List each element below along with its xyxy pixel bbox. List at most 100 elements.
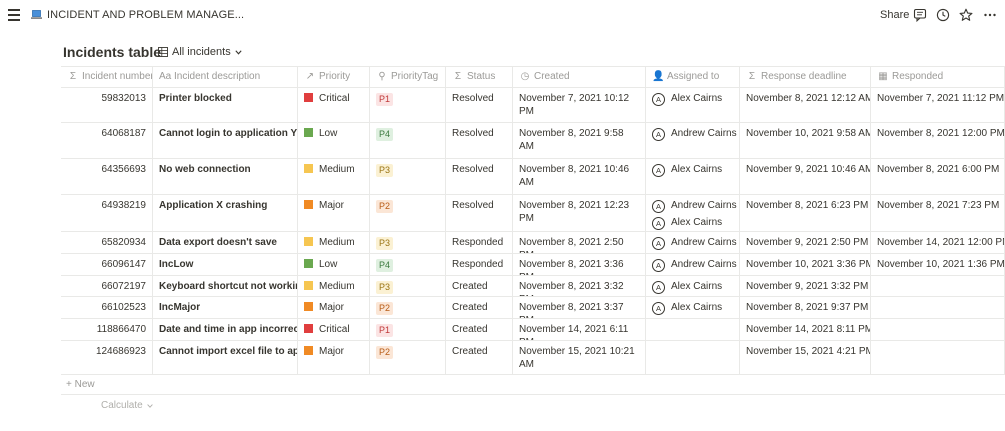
- cell-created[interactable]: November 8, 2021 3:36 PM: [513, 254, 646, 275]
- cell-priority-tag[interactable]: P4: [370, 254, 446, 275]
- cell-priority[interactable]: Critical: [298, 88, 370, 122]
- cell-priority[interactable]: Major: [298, 195, 370, 231]
- table-row[interactable]: 66096147 IncLow Low P4 Responded November 8, …: [61, 254, 1005, 276]
- cell-response-deadline[interactable]: November 9, 2021 3:32 PM: [740, 276, 871, 296]
- cell-assigned-to[interactable]: A Alex Cairns: [646, 88, 740, 122]
- cell-responded[interactable]: November 8, 2021 12:00 PM: [871, 123, 1005, 158]
- cell-assigned-to[interactable]: A Alex Cairns: [646, 297, 740, 318]
- cell-priority[interactable]: Critical: [298, 319, 370, 340]
- cell-status[interactable]: Responded: [446, 232, 513, 253]
- cell-incident-number[interactable]: 66096147: [61, 254, 153, 275]
- share-button[interactable]: Share: [880, 9, 909, 21]
- cell-priority-tag[interactable]: P3: [370, 232, 446, 253]
- cell-created[interactable]: November 8, 2021 3:37 PM: [513, 297, 646, 318]
- cell-status[interactable]: Created: [446, 276, 513, 296]
- cell-priority-tag[interactable]: P1: [370, 88, 446, 122]
- cell-created[interactable]: November 14, 2021 6:11 PM: [513, 319, 646, 340]
- table-row[interactable]: 64068187 Cannot login to application Y Low…: [61, 123, 1005, 159]
- calculate-button[interactable]: Calculate: [101, 400, 154, 411]
- table-row[interactable]: 65820934 Data export doesn't save Medium P3…: [61, 232, 1005, 254]
- assignee[interactable]: A Alex Cairns: [652, 217, 733, 230]
- column-header-assigned-to[interactable]: 👤 Assigned to: [646, 67, 740, 87]
- cell-incident-number[interactable]: 64356693: [61, 159, 153, 194]
- cell-status[interactable]: Resolved: [446, 195, 513, 231]
- table-row[interactable]: 64356693 No web connection Medium P3 Resolve…: [61, 159, 1005, 195]
- cell-incident-number[interactable]: 118866470: [61, 319, 153, 340]
- assignee[interactable]: A Andrew Cairns: [652, 259, 737, 272]
- comment-icon[interactable]: [913, 8, 927, 22]
- cell-status[interactable]: Responded: [446, 254, 513, 275]
- cell-incident-number[interactable]: 124686923: [61, 341, 153, 374]
- cell-incident-description[interactable]: IncLow: [153, 254, 298, 275]
- cell-incident-description[interactable]: No web connection: [153, 159, 298, 194]
- cell-incident-number[interactable]: 66072197: [61, 276, 153, 296]
- cell-response-deadline[interactable]: November 9, 2021 2:50 PM: [740, 232, 871, 253]
- cell-responded[interactable]: [871, 319, 1005, 340]
- cell-responded[interactable]: [871, 341, 1005, 374]
- cell-incident-description[interactable]: Keyboard shortcut not working: [153, 276, 298, 296]
- cell-response-deadline[interactable]: November 10, 2021 9:58 AM: [740, 123, 871, 158]
- cell-priority[interactable]: Low: [298, 254, 370, 275]
- view-switcher[interactable]: All incidents: [158, 46, 242, 58]
- cell-priority[interactable]: Medium: [298, 232, 370, 253]
- clock-icon[interactable]: [936, 8, 950, 22]
- assignee[interactable]: A Alex Cairns: [652, 302, 733, 315]
- assignee[interactable]: A Alex Cairns: [652, 281, 733, 294]
- new-row-button[interactable]: + New: [61, 375, 1005, 395]
- cell-responded[interactable]: November 8, 2021 6:00 PM: [871, 159, 1005, 194]
- cell-status[interactable]: Created: [446, 319, 513, 340]
- cell-created[interactable]: November 8, 2021 2:50 PM: [513, 232, 646, 253]
- cell-priority[interactable]: Low: [298, 123, 370, 158]
- cell-priority[interactable]: Major: [298, 297, 370, 318]
- cell-created[interactable]: November 7, 2021 10:12 PM: [513, 88, 646, 122]
- cell-status[interactable]: Resolved: [446, 88, 513, 122]
- cell-response-deadline[interactable]: November 10, 2021 3:36 PM: [740, 254, 871, 275]
- cell-priority[interactable]: Medium: [298, 276, 370, 296]
- assignee[interactable]: A Andrew Cairns: [652, 128, 737, 141]
- cell-incident-description[interactable]: Printer blocked: [153, 88, 298, 122]
- column-header-response-deadline[interactable]: Σ Response deadline: [740, 67, 871, 87]
- cell-assigned-to[interactable]: A Andrew Cairns: [646, 254, 740, 275]
- page-title[interactable]: INCIDENT AND PROBLEM MANAGE...: [47, 9, 244, 21]
- cell-priority-tag[interactable]: P2: [370, 195, 446, 231]
- cell-responded[interactable]: November 7, 2021 11:12 PM: [871, 88, 1005, 122]
- cell-status[interactable]: Resolved: [446, 123, 513, 158]
- cell-responded[interactable]: November 8, 2021 7:23 PM: [871, 195, 1005, 231]
- cell-priority-tag[interactable]: P2: [370, 341, 446, 374]
- cell-assigned-to[interactable]: A Alex Cairns: [646, 276, 740, 296]
- cell-assigned-to[interactable]: A Andrew Cairns: [646, 232, 740, 253]
- cell-assigned-to[interactable]: A Alex Cairns: [646, 159, 740, 194]
- column-header-status[interactable]: Σ Status: [446, 67, 513, 87]
- column-header-responded[interactable]: ▦ Responded: [871, 67, 1005, 87]
- cell-priority-tag[interactable]: P3: [370, 276, 446, 296]
- table-row[interactable]: 118866470 Date and time in app incorrect C…: [61, 319, 1005, 341]
- menu-icon[interactable]: [8, 9, 20, 21]
- cell-incident-number[interactable]: 64938219: [61, 195, 153, 231]
- cell-assigned-to[interactable]: A Andrew Cairns: [646, 123, 740, 158]
- assignee[interactable]: A Alex Cairns: [652, 164, 733, 177]
- table-row[interactable]: 66102523 IncMajor Major P2 Created November 8…: [61, 297, 1005, 319]
- cell-response-deadline[interactable]: November 14, 2021 8:11 PM: [740, 319, 871, 340]
- cell-response-deadline[interactable]: November 9, 2021 10:46 AM: [740, 159, 871, 194]
- cell-priority-tag[interactable]: P4: [370, 123, 446, 158]
- column-header-priority[interactable]: ↗ Priority: [298, 67, 370, 87]
- column-header-incident-description[interactable]: Aa Incident description: [153, 67, 298, 87]
- cell-status[interactable]: Created: [446, 297, 513, 318]
- cell-assigned-to[interactable]: [646, 341, 740, 374]
- cell-response-deadline[interactable]: November 8, 2021 12:12 AM: [740, 88, 871, 122]
- cell-incident-number[interactable]: 59832013: [61, 88, 153, 122]
- cell-incident-description[interactable]: Data export doesn't save: [153, 232, 298, 253]
- cell-created[interactable]: November 8, 2021 3:32 PM: [513, 276, 646, 296]
- table-row[interactable]: 124686923 Cannot import excel file to app…: [61, 341, 1005, 375]
- cell-responded[interactable]: November 10, 2021 1:36 PM: [871, 254, 1005, 275]
- cell-incident-number[interactable]: 64068187: [61, 123, 153, 158]
- table-row[interactable]: 59832013 Printer blocked Critical P1 Resolve…: [61, 88, 1005, 123]
- cell-incident-number[interactable]: 66102523: [61, 297, 153, 318]
- cell-assigned-to[interactable]: A Andrew Cairns A Alex Cairns: [646, 195, 740, 231]
- cell-priority-tag[interactable]: P3: [370, 159, 446, 194]
- cell-priority-tag[interactable]: P1: [370, 319, 446, 340]
- cell-response-deadline[interactable]: November 15, 2021 4:21 PM: [740, 341, 871, 374]
- assignee[interactable]: A Andrew Cairns: [652, 237, 737, 250]
- cell-incident-description[interactable]: Date and time in app incorrect: [153, 319, 298, 340]
- cell-incident-description[interactable]: Cannot login to application Y: [153, 123, 298, 158]
